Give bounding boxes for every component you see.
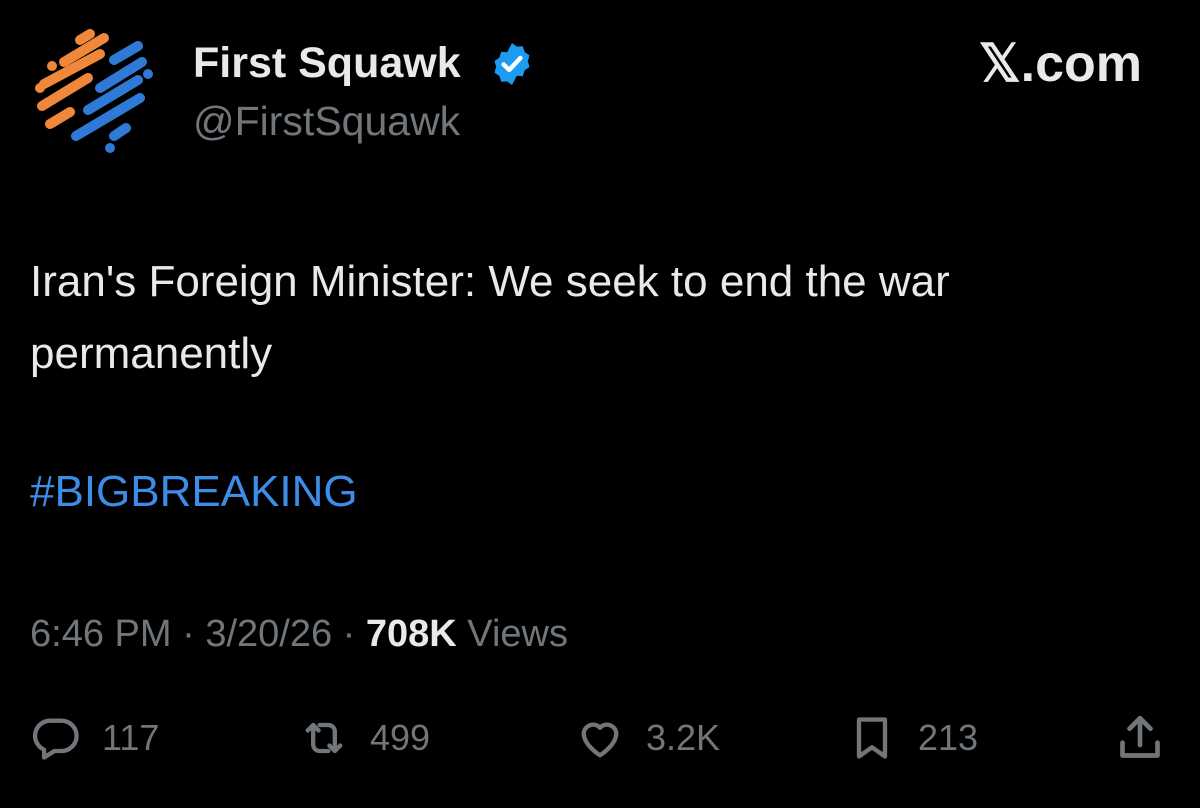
like-count: 3.2K bbox=[646, 717, 721, 758]
reply-button[interactable]: 117 bbox=[30, 708, 159, 768]
bookmark-count: 213 bbox=[918, 717, 979, 758]
bookmark-button[interactable]: 213 bbox=[846, 708, 978, 768]
views-count: 708K bbox=[365, 613, 457, 655]
repost-button[interactable]: 499 bbox=[298, 708, 430, 768]
like-button[interactable]: 3.2K bbox=[574, 708, 720, 768]
display-name[interactable]: First Squawk bbox=[193, 38, 461, 88]
user-handle[interactable]: @FirstSquawk bbox=[193, 97, 460, 145]
heart-icon bbox=[581, 722, 619, 758]
avatar[interactable] bbox=[30, 26, 160, 156]
meta-separator: · bbox=[342, 613, 356, 655]
reply-count: 117 bbox=[102, 717, 160, 758]
reply-icon bbox=[32, 718, 79, 760]
action-bar: 117 499 3.2K 213 bbox=[0, 700, 1200, 780]
bookmark-icon bbox=[856, 717, 888, 759]
x-brand-label: 𝕏.com bbox=[978, 35, 1142, 93]
hashtag-link[interactable]: #BIGBREAKING bbox=[30, 456, 358, 528]
tweet-date[interactable]: 3/20/26 bbox=[205, 613, 332, 655]
meta-separator: · bbox=[182, 613, 195, 655]
tweet-meta: 6:46 PM · 3/20/26 · 708K Views bbox=[30, 606, 568, 662]
tweet-time[interactable]: 6:46 PM bbox=[30, 613, 172, 655]
repost-count: 499 bbox=[370, 717, 431, 758]
verified-badge-icon bbox=[494, 43, 530, 85]
views-label: Views bbox=[467, 613, 568, 655]
tweet-text: Iran's Foreign Minister: We seek to end … bbox=[30, 257, 950, 378]
first-squawk-logo-icon bbox=[35, 29, 153, 153]
share-icon[interactable] bbox=[1112, 710, 1168, 766]
repost-icon bbox=[305, 722, 343, 754]
